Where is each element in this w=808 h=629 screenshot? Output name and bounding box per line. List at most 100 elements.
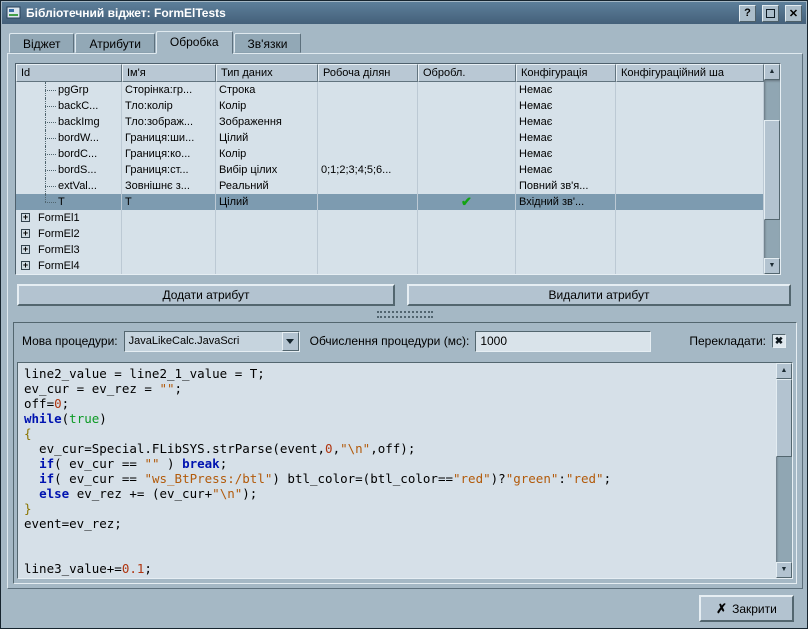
calc-period-label: Обчислення процедури (мс): [310,334,470,348]
tree-expander-icon[interactable]: + [21,261,30,270]
table-cell [616,114,764,130]
table-cell: Вибір цілих [216,162,318,178]
table-cell [418,114,516,130]
tree-expander-icon[interactable]: + [21,229,30,238]
table-cell: Немає [516,146,616,162]
table-row[interactable]: +FormEl2 [16,226,764,242]
code-line: } [24,501,775,516]
tab-widget[interactable]: Віджет [9,33,74,53]
column-header[interactable]: Конфігурація [516,64,616,82]
maximize-icon [766,9,775,18]
code-line [24,531,775,546]
table-row[interactable]: pgGrpСторінка:гр...СтрокаНемає [16,82,764,98]
procedure-code-editor[interactable]: line2_value = line2_1_value = T;ev_cur =… [17,362,793,579]
table-row[interactable]: bordS...Границя:ст...Вибір цілих0;1;2;3;… [16,162,764,178]
column-header[interactable]: Ім'я [122,64,216,82]
code-line: ev_cur = ev_rez = ""; [24,381,775,396]
column-header[interactable]: Робоча ділян [318,64,418,82]
attributes-table: IdІм'яТип данихРобоча ділянОбробл.Конфіг… [15,63,781,275]
table-cell [122,258,216,274]
table-vertical-scrollbar[interactable]: ▲ ▼ [764,64,780,274]
table-cell [418,162,516,178]
table-cell [616,258,764,274]
translate-checkbox[interactable]: ✖ [772,334,786,348]
table-cell [318,258,418,274]
table-cell [216,242,318,258]
table-cell [516,258,616,274]
scrollbar-track[interactable] [764,80,780,258]
table-row[interactable]: backImgТло:зображ...ЗображенняНемає [16,114,764,130]
procedure-panel: Мова процедури: JavaLikeCalc.JavaScri Об… [13,322,797,584]
scroll-down-button[interactable]: ▼ [764,258,780,274]
table-row[interactable]: backC...Тло:колірКолірНемає [16,98,764,114]
code-scroll-up-button[interactable]: ▲ [776,363,792,379]
attr-id: extVal... [58,180,97,192]
table-row[interactable]: extVal...Зовнішнє з...РеальнийПовний зв'… [16,178,764,194]
tab-links[interactable]: Зв'язки [234,33,302,53]
attr-id: FormEl1 [38,212,80,224]
proc-lang-combobox[interactable]: JavaLikeCalc.JavaScri [124,331,300,352]
table-cell [616,82,764,98]
window-title: Бібліотечний віджет: FormElTests [26,6,733,20]
close-button-label: Закрити [732,602,777,616]
code-scroll-down-button[interactable]: ▼ [776,562,792,578]
table-cell [418,146,516,162]
close-dialog-button[interactable]: ✗ Закрити [699,595,794,622]
table-cell: Немає [516,82,616,98]
maximize-button[interactable] [762,5,779,22]
splitter-handle[interactable] [377,311,433,318]
code-text: line2_value = line2_1_value = T;ev_cur =… [19,364,775,577]
table-cell [516,242,616,258]
table-cell [418,82,516,98]
table-cell: Зображення [216,114,318,130]
table-cell [216,226,318,242]
scroll-up-button[interactable]: ▲ [764,64,780,80]
column-header[interactable]: Id [16,64,122,82]
table-row[interactable]: +FormEl4 [16,258,764,274]
code-scrollbar-track[interactable] [776,379,792,562]
tree-expander-icon[interactable]: + [21,245,30,254]
table-cell: Реальний [216,178,318,194]
code-vertical-scrollbar[interactable]: ▲ ▼ [776,363,792,578]
code-scrollbar-thumb[interactable] [776,379,792,457]
table-row[interactable]: bordC...Границя:ко...КолірНемає [16,146,764,162]
table-row[interactable]: + FormEl1 [16,210,764,226]
table-cell: Немає [516,162,616,178]
proc-lang-label: Мова процедури: [22,334,118,348]
scrollbar-thumb[interactable] [764,120,780,220]
help-button[interactable]: ? [739,5,756,22]
code-line: ev_cur=Special.FLibSYS.strParse(event,0,… [24,441,775,456]
calc-period-input[interactable] [475,331,651,352]
table-cell [122,226,216,242]
table-cell: Границя:ко... [122,146,216,162]
table-cell: Колір [216,146,318,162]
attr-id: FormEl3 [38,244,80,256]
column-header[interactable]: Конфігураційний ша [616,64,764,82]
tab-attributes[interactable]: Атрибути [75,33,154,53]
code-line: if( ev_cur == "" ) break; [24,456,775,471]
table-cell [318,178,418,194]
table-cell: Границя:ши... [122,130,216,146]
tree-expander-icon[interactable]: + [21,213,30,222]
titlebar-close-button[interactable]: ✕ [785,5,802,22]
column-header[interactable]: Тип даних [216,64,318,82]
library-widget-dialog: Бібліотечний віджет: FormElTests ? ✕ Від… [0,0,808,629]
table-row[interactable]: + FormEl3 [16,242,764,258]
add-attribute-button[interactable]: Додати атрибут [17,284,395,306]
table-cell: Повний зв'я... [516,178,616,194]
proc-lang-value: JavaLikeCalc.JavaScri [125,335,282,347]
attr-table-body: pgGrpСторінка:гр...СтрокаНемаєbackC...Тл… [16,82,764,274]
processing-check-icon: ✔ [461,194,472,209]
column-header[interactable]: Обробл. [418,64,516,82]
table-row[interactable]: TTЦілий✔Вхідний зв'... [16,194,764,210]
attr-table-header: IdІм'яТип данихРобоча ділянОбробл.Конфіг… [16,64,764,82]
attr-id: bordS... [58,164,97,176]
table-cell [122,242,216,258]
titlebar[interactable]: Бібліотечний віджет: FormElTests ? ✕ [2,2,806,24]
tab-processing[interactable]: Обробка [156,31,233,54]
remove-attribute-button[interactable]: Видалити атрибут [407,284,791,306]
combo-dropdown-button[interactable] [282,332,299,351]
table-row[interactable]: bordW...Границя:ши...ЦілийНемає [16,130,764,146]
attr-id: backImg [58,116,100,128]
table-cell [418,178,516,194]
